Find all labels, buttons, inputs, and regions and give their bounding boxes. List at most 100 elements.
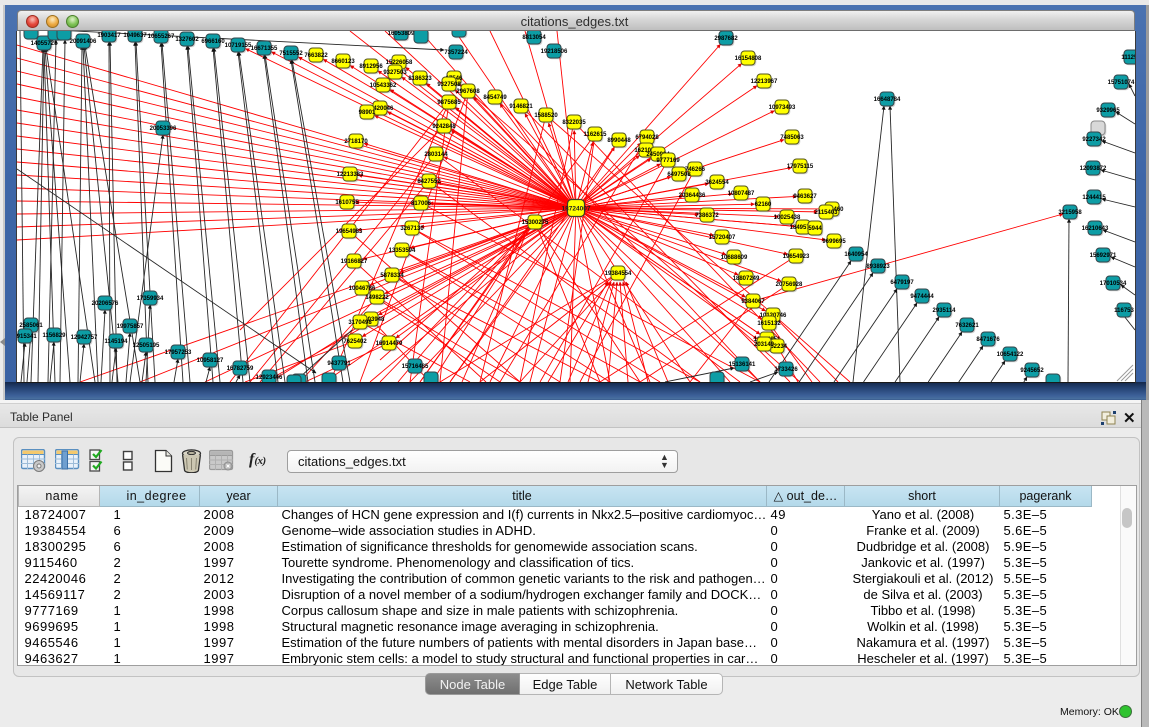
svg-text:20364436: 20364436	[679, 193, 706, 199]
svg-text:12213383: 12213383	[337, 172, 364, 178]
svg-text:7632621: 7632621	[955, 323, 979, 329]
svg-text:1049637: 1049637	[123, 33, 147, 39]
svg-text:19654923: 19654923	[783, 254, 810, 260]
svg-text:9146821: 9146821	[509, 104, 533, 110]
svg-text:15136141: 15136141	[729, 362, 756, 368]
svg-text:8938923: 8938923	[866, 264, 890, 270]
svg-text:817006: 817006	[411, 201, 432, 207]
svg-text:20756928: 20756928	[776, 282, 803, 288]
svg-text:8454749: 8454749	[483, 95, 507, 101]
svg-text:8660123: 8660123	[331, 59, 355, 65]
svg-text:2935114: 2935114	[932, 308, 956, 314]
svg-text:3267130: 3267130	[400, 226, 424, 232]
svg-text:16648784: 16648784	[874, 97, 901, 103]
svg-text:8990448: 8990448	[607, 138, 631, 144]
svg-text:15720407: 15720407	[709, 235, 736, 241]
svg-text:18807249: 18807249	[733, 276, 760, 282]
svg-text:62160: 62160	[755, 202, 772, 208]
svg-text:1640954: 1640954	[844, 252, 868, 258]
svg-text:16210643: 16210643	[1082, 226, 1109, 232]
svg-text:7515552: 7515552	[279, 51, 303, 57]
svg-text:9777169: 9777169	[656, 158, 680, 164]
svg-text:16914479: 16914479	[376, 341, 403, 347]
svg-text:9875685: 9875685	[437, 100, 461, 106]
svg-text:15692971: 15692971	[1090, 253, 1117, 259]
svg-text:16154808: 16154808	[735, 56, 762, 62]
svg-text:10655267: 10655267	[148, 34, 175, 40]
svg-text:98901: 98901	[359, 110, 376, 116]
svg-text:9329965: 9329965	[1096, 108, 1120, 114]
svg-text:1610755: 1610755	[335, 200, 359, 206]
svg-text:6794028: 6794028	[635, 135, 659, 141]
svg-text:7485063: 7485063	[780, 135, 804, 141]
svg-text:10719155: 10719155	[225, 43, 252, 49]
svg-text:2803144: 2803144	[424, 152, 448, 158]
svg-text:19654983: 19654983	[336, 229, 363, 235]
svg-text:1498222: 1498222	[365, 295, 389, 301]
svg-text:9437791: 9437791	[327, 361, 351, 367]
svg-text:12505195: 12505195	[133, 343, 160, 349]
svg-text:6479197: 6479197	[890, 280, 914, 286]
svg-text:1903417: 1903417	[97, 33, 121, 39]
svg-text:12093872: 12093872	[1080, 166, 1107, 172]
svg-text:1588520: 1588520	[534, 113, 558, 119]
svg-text:9463627: 9463627	[793, 194, 817, 200]
svg-text:10973493: 10973493	[769, 105, 796, 111]
svg-text:9327503: 9327503	[383, 70, 407, 76]
svg-text:8322035: 8322035	[562, 120, 586, 126]
svg-text:9474444: 9474444	[910, 294, 934, 300]
svg-text:9327508: 9327508	[437, 82, 461, 88]
svg-text:14055721: 14055721	[31, 41, 58, 47]
svg-text:13353594: 13353594	[389, 248, 416, 254]
svg-text:9384067: 9384067	[741, 299, 765, 305]
svg-text:8186323: 8186323	[408, 76, 432, 82]
svg-text:15751074: 15751074	[1108, 80, 1135, 86]
svg-text:116753: 116753	[1114, 308, 1134, 314]
svg-text:1145194: 1145194	[104, 339, 128, 345]
svg-text:12923446: 12923446	[256, 375, 283, 381]
svg-text:2967608: 2967608	[456, 89, 480, 95]
svg-text:7663822: 7663822	[304, 53, 328, 59]
svg-text:9699695: 9699695	[822, 239, 846, 245]
svg-text:6966160: 6966160	[201, 39, 225, 45]
svg-text:10958127: 10958127	[197, 358, 224, 364]
svg-text:16053809: 16053809	[388, 31, 415, 37]
svg-text:17975115: 17975115	[787, 164, 814, 170]
svg-text:19218506: 19218506	[541, 49, 568, 55]
svg-text:5944: 5944	[808, 226, 822, 232]
svg-text:10654122: 10654122	[997, 352, 1024, 358]
svg-text:3915341: 3915341	[17, 334, 37, 340]
svg-text:3215958: 3215958	[1058, 210, 1082, 216]
svg-text:19166827: 19166827	[341, 259, 368, 265]
svg-text:2585061: 2585061	[19, 323, 43, 329]
svg-text:15300275: 15300275	[522, 220, 549, 226]
svg-text:2987682: 2987682	[714, 36, 738, 42]
svg-text:1244415: 1244415	[1082, 195, 1106, 201]
svg-text:1162615: 1162615	[583, 132, 607, 138]
svg-text:20091406: 20091406	[70, 39, 97, 45]
svg-text:8813054: 8813054	[522, 35, 546, 41]
svg-text:12942757: 12942757	[71, 335, 98, 341]
svg-text:15716485: 15716485	[402, 364, 429, 370]
svg-text:1327602: 1327602	[175, 37, 199, 43]
svg-text:9245652: 9245652	[1020, 368, 1044, 374]
svg-text:2115403: 2115403	[814, 210, 838, 216]
svg-text:17957253: 17957253	[165, 350, 192, 356]
svg-text:3170498: 3170498	[348, 320, 372, 326]
svg-text:8427552: 8427552	[417, 179, 441, 185]
svg-text:8912956: 8912956	[359, 64, 383, 70]
svg-text:20206576: 20206576	[92, 301, 119, 307]
svg-text:9242848: 9242848	[432, 124, 456, 130]
svg-text:111256: 111256	[1121, 55, 1135, 61]
svg-text:16671355: 16671355	[251, 46, 278, 52]
svg-text:19975857: 19975857	[117, 324, 144, 330]
svg-text:10688609: 10688609	[721, 255, 748, 261]
svg-text:3624554: 3624554	[705, 180, 729, 186]
svg-text:1156829: 1156829	[42, 333, 66, 339]
svg-text:12213967: 12213967	[751, 79, 778, 85]
svg-text:2718170: 2718170	[344, 139, 368, 145]
svg-text:1733426: 1733426	[774, 367, 798, 373]
svg-text:7386372: 7386372	[695, 213, 719, 219]
svg-text:18724007: 18724007	[562, 206, 591, 213]
svg-text:6497508: 6497508	[667, 172, 691, 178]
